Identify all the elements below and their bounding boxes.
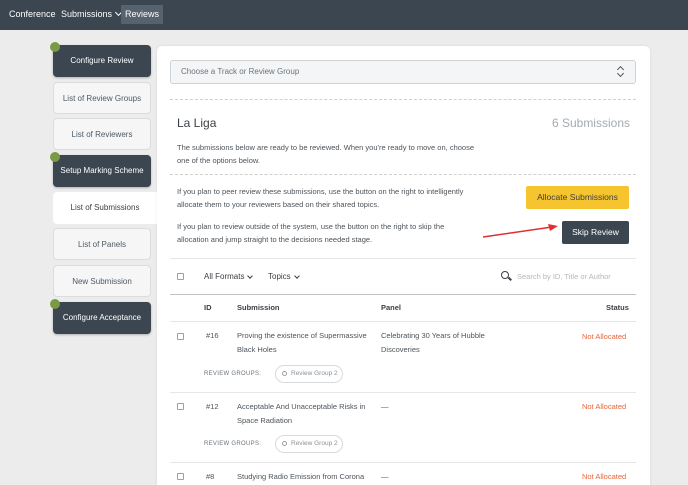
- completed-dot-icon: [50, 152, 60, 162]
- review-group-tag-label: Review Group 2: [291, 370, 338, 377]
- table-header-bottom-border: [170, 321, 636, 322]
- nav-submissions[interactable]: Submissions: [57, 5, 125, 24]
- select-arrows-icon: [617, 66, 625, 78]
- status-badge: Not Allocated: [582, 472, 627, 481]
- status-badge: Not Allocated: [582, 402, 627, 411]
- sidebar-item-label: Configure Acceptance: [62, 313, 142, 322]
- search-input[interactable]: [517, 270, 635, 282]
- sidebar-item-configure-review[interactable]: Configure Review: [50, 42, 151, 77]
- divider: [170, 258, 636, 259]
- row-id: #12: [206, 402, 219, 411]
- nav-reviews[interactable]: Reviews: [121, 5, 164, 24]
- track-select[interactable]: Choose a Track or Review Group: [170, 60, 636, 84]
- skip-review-button[interactable]: Skip Review: [562, 221, 629, 244]
- row-id: #8: [206, 472, 215, 481]
- column-header-panel: Panel: [381, 303, 402, 312]
- row-panel: —: [381, 402, 389, 411]
- peer-review-text: If you plan to peer review these submiss…: [177, 187, 464, 209]
- row-checkbox[interactable]: [177, 403, 184, 410]
- divider: [170, 99, 636, 100]
- sidebar-item-label: List of Review Groups: [62, 94, 142, 103]
- row-id: #16: [206, 331, 219, 340]
- review-group-tag[interactable]: Review Group 2: [275, 365, 343, 383]
- chevron-down-icon: [247, 273, 254, 279]
- red-arrow-icon: [482, 224, 558, 238]
- sidebar-item-submissions[interactable]: List of Submissions: [53, 192, 157, 224]
- sidebar-item-new-submission[interactable]: New Submission: [53, 265, 151, 297]
- row-submission-title[interactable]: Studying Radio Emission from Corona: [237, 470, 377, 484]
- completed-dot-icon: [50, 42, 60, 52]
- sidebar-item-label: List of Panels: [77, 240, 127, 249]
- allocate-submissions-button[interactable]: Allocate Submissions: [526, 186, 629, 209]
- review-group-tag[interactable]: Review Group 2: [275, 435, 343, 453]
- sidebar-item-label: Setup Marking Scheme: [60, 166, 144, 175]
- skip-review-text: If you plan to review outside of the sys…: [177, 222, 445, 244]
- tag-circle-icon: [282, 371, 287, 376]
- formats-filter[interactable]: All Formats: [204, 272, 254, 281]
- tag-circle-icon: [282, 441, 287, 446]
- track-select-placeholder: Choose a Track or Review Group: [181, 67, 300, 76]
- nav-submissions-label: Submissions: [61, 9, 113, 19]
- sidebar-item-label: List of Submissions: [70, 203, 140, 212]
- submissions-card: [157, 46, 650, 485]
- status-badge: Not Allocated: [582, 332, 627, 341]
- row-submission-title[interactable]: Acceptable And Unacceptable Risks in Spa…: [237, 400, 372, 428]
- row-checkbox[interactable]: [177, 473, 184, 480]
- select-all-checkbox[interactable]: [177, 273, 184, 280]
- divider: [170, 174, 636, 175]
- sidebar-item-label: New Submission: [72, 277, 132, 286]
- review-groups-label: REVIEW GROUPS:: [204, 371, 262, 377]
- sidebar-item-review-groups[interactable]: List of Review Groups: [53, 82, 151, 114]
- search-icon: [501, 271, 509, 279]
- top-navigation-bar: Conference Submissions Reviews: [0, 0, 688, 30]
- sidebar-item-configure-acceptance[interactable]: Configure Acceptance: [50, 299, 151, 334]
- nav-reviews-label: Reviews: [125, 9, 160, 19]
- nav-conference-label: Conference: [9, 9, 56, 19]
- row-divider: [170, 392, 636, 393]
- sidebar-item-label: Configure Review: [70, 56, 134, 65]
- review-group-tag-label: Review Group 2: [291, 440, 338, 447]
- column-header-id: ID: [204, 303, 212, 312]
- row-submission-title[interactable]: Proving the existence of Supermassive Bl…: [237, 329, 372, 357]
- column-header-status: Status: [606, 303, 629, 312]
- table-header-top-border: [170, 294, 636, 295]
- sidebar-item-marking-scheme[interactable]: Setup Marking Scheme: [50, 152, 151, 187]
- chevron-down-icon: [293, 273, 300, 279]
- sidebar-item-reviewers[interactable]: List of Reviewers: [53, 118, 151, 150]
- row-panel: Celebrating 30 Years of Hubble Discoveri…: [381, 331, 485, 354]
- review-groups-label: REVIEW GROUPS:: [204, 441, 262, 447]
- track-title: La Liga: [177, 116, 217, 130]
- completed-dot-icon: [50, 299, 60, 309]
- sidebar-item-label: List of Reviewers: [71, 130, 133, 139]
- row-panel: —: [381, 472, 389, 481]
- intro-text: The submissions below are ready to be re…: [177, 143, 475, 165]
- nav-conference[interactable]: Conference: [5, 5, 60, 24]
- topics-filter-label: Topics: [268, 272, 291, 281]
- row-checkbox[interactable]: [177, 333, 184, 340]
- sidebar-item-panels[interactable]: List of Panels: [53, 228, 151, 260]
- column-header-submission: Submission: [237, 303, 280, 312]
- row-divider: [170, 462, 636, 463]
- topics-filter[interactable]: Topics: [268, 272, 300, 281]
- formats-filter-label: All Formats: [204, 272, 245, 281]
- submission-count: 6 Submissions: [551, 116, 630, 130]
